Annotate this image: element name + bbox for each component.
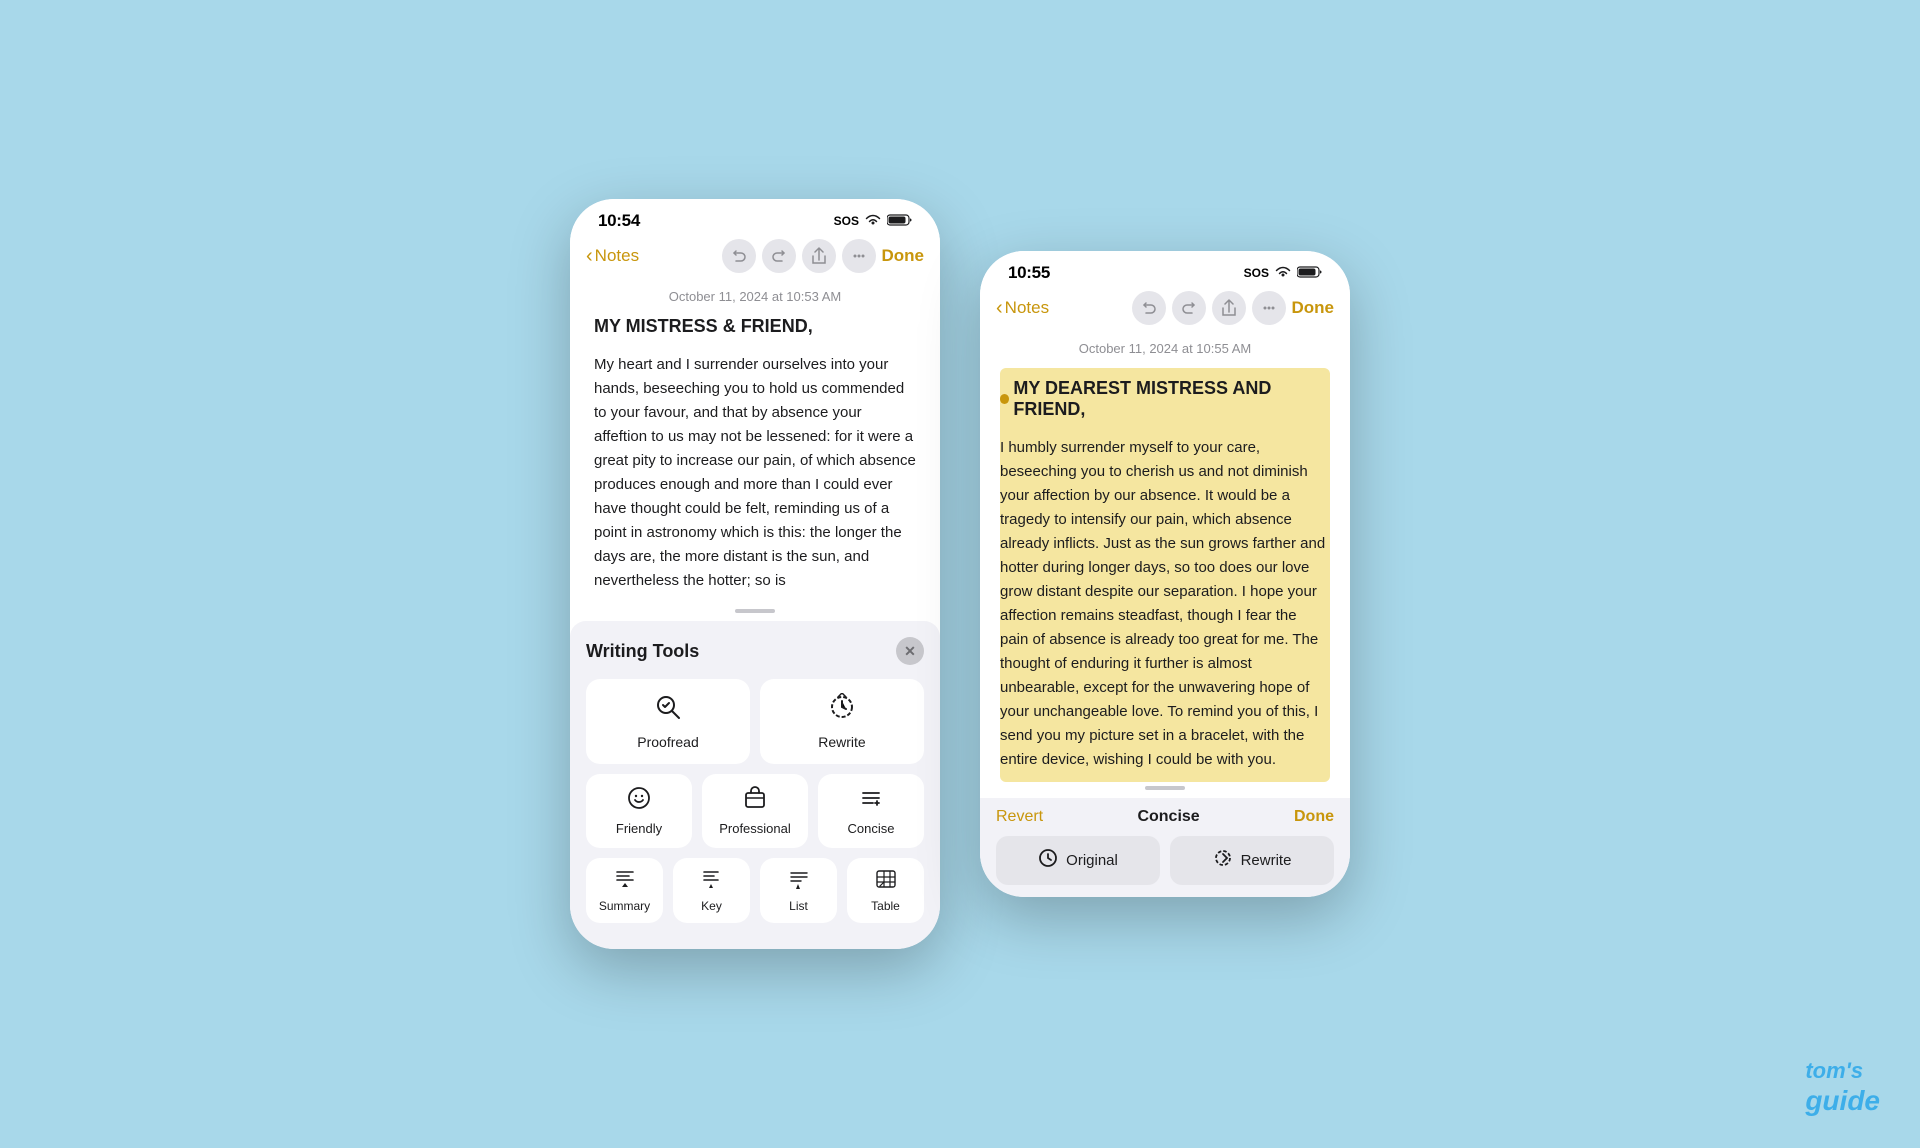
concise-button[interactable]: Concise [818,774,924,848]
right-status-bar: 10:55 SOS [980,251,1350,287]
right-undo-button[interactable] [1132,291,1166,325]
tools-row-3: Summary Key List [586,858,924,923]
writing-tools-header: Writing Tools ✕ [586,637,924,665]
watermark: tom's guide [1805,1058,1880,1118]
left-nav-bar: ‹ Notes Done [570,235,940,281]
summary-label: Summary [599,899,650,913]
right-share-button[interactable] [1212,291,1246,325]
rewrite-icon [828,693,856,728]
professional-button[interactable]: Professional [702,774,808,848]
rewrite-action-button[interactable]: Rewrite [1170,836,1334,885]
left-redo-button[interactable] [762,239,796,273]
rewrite-button[interactable]: Rewrite [760,679,924,764]
rewrite-action-label: Rewrite [1241,852,1292,869]
professional-icon [743,786,767,816]
concise-icon [859,786,883,816]
left-more-button[interactable] [842,239,876,273]
concise-tab[interactable]: Concise [1137,808,1199,826]
tools-row-2: Friendly Professional Concise [586,774,924,848]
friendly-button[interactable]: Friendly [586,774,692,848]
revert-tab[interactable]: Revert [996,808,1043,826]
left-undo-button[interactable] [722,239,756,273]
right-scroll-indicator [1145,786,1185,790]
right-note-content: October 11, 2024 at 10:55 AM MY DEAREST … [980,333,1350,782]
right-status-icons: SOS [1244,266,1322,281]
rewrite-buttons: Original Rewrite [996,836,1334,885]
left-battery-icon [887,214,912,229]
left-wifi-icon [865,214,881,229]
left-status-bar: 10:54 SOS [570,199,940,235]
rewrite-label: Rewrite [818,734,865,750]
rewrite-action-icon [1213,848,1233,873]
proofread-button[interactable]: Proofread [586,679,750,764]
tools-row-1: Proofread Rewrite [586,679,924,764]
right-done-button[interactable]: Done [1292,298,1335,318]
left-time: 10:54 [598,211,640,231]
right-highlighted-block: MY DEAREST MISTRESS AND FRIEND, I humbly… [1000,368,1330,782]
right-notes-label: Notes [1005,298,1049,318]
original-label: Original [1066,852,1118,869]
friendly-label: Friendly [616,821,662,836]
right-note-title: MY DEAREST MISTRESS AND FRIEND, [1000,378,1326,420]
watermark-line2: guide [1805,1084,1880,1118]
watermark-line1: tom's [1805,1058,1880,1084]
left-notes-label: Notes [595,246,639,266]
left-note-date: October 11, 2024 at 10:53 AM [594,289,916,304]
professional-label: Professional [719,821,791,836]
rewrite-tabs: Revert Concise Done [996,808,1334,826]
right-sos: SOS [1244,266,1269,280]
friendly-icon [627,786,651,816]
table-button[interactable]: Table [847,858,924,923]
writing-tools-panel: Writing Tools ✕ Proofread Rewrite [570,621,940,949]
right-redo-button[interactable] [1172,291,1206,325]
right-back-button[interactable]: ‹ Notes [996,298,1049,318]
proofread-icon [654,693,682,728]
right-nav-bar: ‹ Notes Done [980,287,1350,333]
left-note-title: MY MISTRESS & FRIEND, [594,316,916,337]
right-note-date: October 11, 2024 at 10:55 AM [1000,341,1330,356]
table-icon [875,868,897,895]
left-status-icons: SOS [834,214,912,229]
key-icon [702,868,722,895]
table-label: Table [871,899,900,913]
left-scroll-indicator [735,609,775,613]
proofread-label: Proofread [637,734,698,750]
original-button[interactable]: Original [996,836,1160,885]
left-back-chevron-icon: ‹ [586,246,593,266]
right-wifi-icon [1275,266,1291,281]
list-label: List [789,899,808,913]
writing-tools-close-button[interactable]: ✕ [896,637,924,665]
cursor-dot [1000,394,1009,404]
writing-tools-title: Writing Tools [586,641,699,662]
right-back-chevron-icon: ‹ [996,298,1003,318]
right-more-button[interactable] [1252,291,1286,325]
right-phone: 10:55 SOS ‹ Notes [980,251,1350,897]
key-label: Key [701,899,722,913]
left-done-button[interactable]: Done [882,246,925,266]
summary-icon [615,868,635,895]
original-icon [1038,848,1058,873]
summary-button[interactable]: Summary [586,858,663,923]
right-time: 10:55 [1008,263,1050,283]
left-sos: SOS [834,214,859,228]
left-note-content: October 11, 2024 at 10:53 AM MY MISTRESS… [570,281,940,609]
right-note-body: I humbly surrender myself to your care, … [1000,436,1326,772]
left-note-body: My heart and I surrender ourselves into … [594,353,916,593]
concise-label: Concise [848,821,895,836]
key-button[interactable]: Key [673,858,750,923]
left-phone: 10:54 SOS ‹ Notes [570,199,940,949]
right-battery-icon [1297,266,1322,281]
rewrite-done-button[interactable]: Done [1294,808,1334,826]
list-icon [789,868,809,895]
phones-container: 10:54 SOS ‹ Notes [570,199,1350,949]
left-share-button[interactable] [802,239,836,273]
list-button[interactable]: List [760,858,837,923]
rewrite-bar: Revert Concise Done Original Rewrite [980,798,1350,897]
left-back-button[interactable]: ‹ Notes [586,246,639,266]
